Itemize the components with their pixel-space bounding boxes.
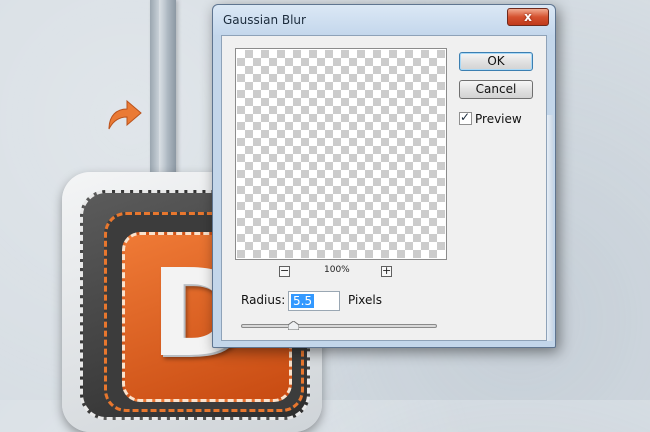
minus-icon: −	[280, 264, 290, 277]
radius-label: Radius:	[241, 293, 286, 307]
radius-value: 5.5	[291, 294, 315, 308]
dialog-edge	[547, 115, 553, 341]
plus-icon: +	[382, 264, 392, 277]
ok-button[interactable]: OK	[459, 52, 533, 71]
zoom-out-button[interactable]: −	[279, 264, 290, 277]
dialog-title: Gaussian Blur	[223, 13, 306, 27]
checkmark-icon: ✓	[460, 110, 471, 124]
leather-strap	[150, 0, 176, 192]
dialog-titlebar[interactable]: Gaussian Blur x	[213, 5, 555, 35]
radius-slider-track[interactable]	[241, 324, 437, 328]
gaussian-blur-dialog: Gaussian Blur x − 100% + OK Cancel ✓ Pre…	[212, 4, 556, 348]
close-button[interactable]: x	[507, 8, 549, 26]
close-icon: x	[524, 10, 532, 24]
radius-unit-label: Pixels	[348, 293, 383, 307]
preview-checkbox[interactable]: ✓	[459, 110, 472, 125]
preview-canvas[interactable]	[237, 50, 445, 258]
zoom-in-button[interactable]: +	[381, 264, 392, 277]
cancel-button[interactable]: Cancel	[459, 80, 533, 99]
slider-thumb-icon	[287, 321, 299, 330]
zoom-level: 100%	[324, 265, 350, 275]
preview-frame	[235, 48, 447, 260]
dialog-body: − 100% + OK Cancel ✓ Preview Radius: 5.5…	[221, 35, 547, 341]
preview-label: Preview	[475, 112, 522, 126]
curved-arrow-icon	[108, 99, 142, 130]
